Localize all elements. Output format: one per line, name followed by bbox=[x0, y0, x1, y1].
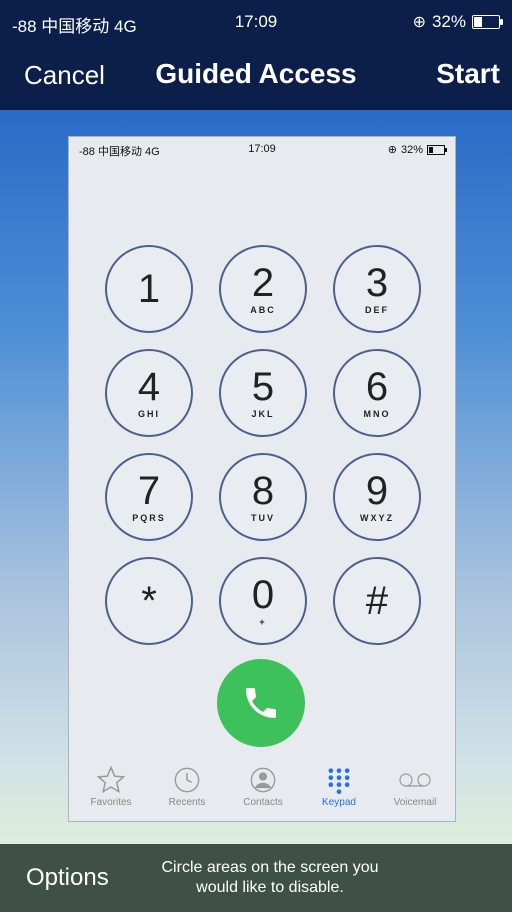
top-bar: -88 中国移动 4G 17:09 ⊕ 32% Cancel Guided Ac… bbox=[0, 0, 512, 110]
key-digit: 1 bbox=[137, 267, 161, 311]
preview-orientation-icon: ⊕ bbox=[387, 144, 397, 156]
page-title: Guided Access bbox=[155, 58, 357, 89]
keypad-key-3[interactable]: 4 GHI bbox=[105, 349, 193, 437]
keypad-key-4[interactable]: 5 JKL bbox=[219, 349, 307, 437]
keypad-key-2[interactable]: 3 DEF bbox=[333, 245, 421, 333]
tab-bar: Favorites Recents Contacts Keypad Voicemail bbox=[69, 755, 455, 815]
key-letters: PQRS bbox=[132, 513, 166, 523]
battery-percent: 32% bbox=[431, 12, 466, 31]
phone-icon bbox=[246, 688, 276, 718]
keypad-key-7[interactable]: 8 TUV bbox=[219, 453, 307, 541]
key-digit: 3 bbox=[365, 261, 389, 305]
voicemail-icon bbox=[377, 763, 453, 797]
battery-icon bbox=[472, 15, 503, 29]
key-letters: TUV bbox=[251, 513, 275, 523]
preview-status-bar: -88 中国移动 4G 17:09 ⊕ 32% bbox=[69, 137, 455, 159]
key-letters: + bbox=[259, 617, 267, 627]
key-letters: WXYZ bbox=[360, 513, 394, 523]
keypad-key-8[interactable]: 9 WXYZ bbox=[333, 453, 421, 541]
key-digit: 5 bbox=[251, 365, 275, 409]
key-letters: GHI bbox=[137, 409, 160, 419]
instruction-text: Circle areas on the screen you would lik… bbox=[161, 859, 379, 896]
keypad-key-0[interactable]: 1 bbox=[105, 245, 193, 333]
status-right: ⊕ 32% bbox=[412, 12, 503, 32]
clock-icon bbox=[149, 763, 225, 797]
key-letters: DEF bbox=[365, 305, 389, 315]
screen-preview[interactable]: -88 中国移动 4G 17:09 ⊕ 32% 1 2 ABC 3 DEF 4 GHI 5 JK… bbox=[68, 136, 456, 822]
preview-battery-percent: 32% bbox=[400, 143, 423, 156]
tab-favorites[interactable]: Favorites bbox=[73, 763, 149, 808]
preview-battery-icon bbox=[427, 144, 447, 155]
keypad-key-11[interactable]: # bbox=[333, 557, 421, 645]
tab-label: Voicemail bbox=[393, 797, 437, 808]
call-button[interactable] bbox=[217, 659, 305, 747]
options-button[interactable]: Options bbox=[26, 864, 109, 892]
key-letters: ABC bbox=[250, 305, 276, 315]
tab-recents[interactable]: Recents bbox=[149, 763, 225, 808]
keypad-key-10[interactable]: 0 + bbox=[219, 557, 307, 645]
nav-bar: Cancel Guided Access Start bbox=[0, 50, 512, 100]
keypad-icon bbox=[301, 763, 377, 797]
contacts-icon bbox=[225, 763, 301, 797]
keypad-key-9[interactable]: * bbox=[105, 557, 193, 645]
key-digit: * bbox=[141, 579, 157, 623]
orientation-lock-icon: ⊕ bbox=[412, 14, 426, 31]
keypad-key-1[interactable]: 2 ABC bbox=[219, 245, 307, 333]
start-button[interactable]: Start bbox=[436, 58, 500, 90]
preview-status-right: ⊕ 32% bbox=[387, 143, 447, 156]
keypad-key-6[interactable]: 7 PQRS bbox=[105, 453, 193, 541]
tab-label: Keypad bbox=[322, 797, 356, 808]
bottom-bar: Options Circle areas on the screen you w… bbox=[0, 844, 512, 912]
key-digit: 4 bbox=[137, 365, 161, 409]
key-digit: 2 bbox=[251, 261, 275, 305]
tab-voicemail[interactable]: Voicemail bbox=[377, 763, 453, 808]
key-digit: # bbox=[365, 579, 389, 623]
key-digit: 6 bbox=[365, 365, 389, 409]
key-letters: JKL bbox=[251, 409, 275, 419]
tab-label: Favorites bbox=[90, 797, 132, 808]
tab-label: Contacts bbox=[243, 797, 283, 808]
tab-contacts[interactable]: Contacts bbox=[225, 763, 301, 808]
key-digit: 9 bbox=[365, 469, 389, 513]
status-bar: -88 中国移动 4G 17:09 ⊕ 32% bbox=[0, 0, 512, 44]
star-icon bbox=[73, 763, 149, 797]
keypad-key-5[interactable]: 6 MNO bbox=[333, 349, 421, 437]
tab-label: Recents bbox=[168, 797, 206, 808]
tab-keypad[interactable]: Keypad bbox=[301, 763, 377, 808]
key-digit: 7 bbox=[137, 469, 161, 513]
key-digit: 8 bbox=[251, 469, 275, 513]
key-digit: 0 bbox=[251, 573, 275, 617]
key-letters: MNO bbox=[363, 409, 391, 419]
